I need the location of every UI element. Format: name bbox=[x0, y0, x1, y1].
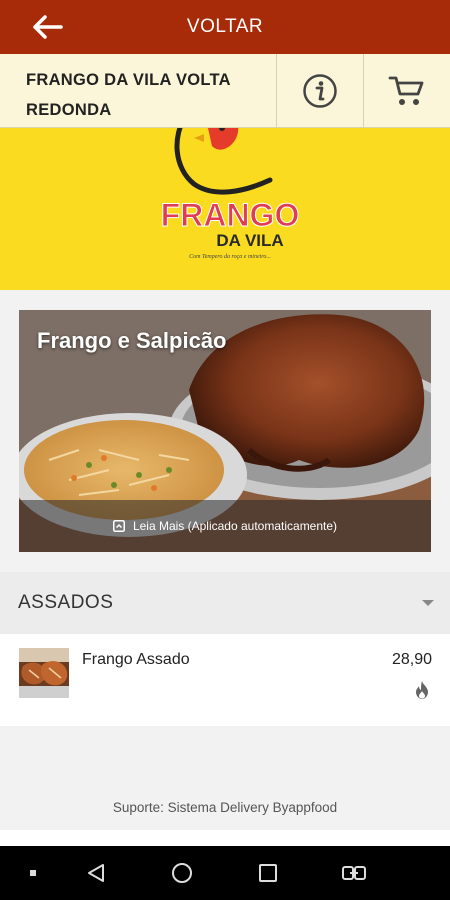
item-price: 28,90 bbox=[391, 651, 432, 668]
expand-icon bbox=[112, 520, 125, 532]
read-more-label: Leia Mais (Aplicado automaticamente) bbox=[132, 519, 338, 533]
logo-sub-text: DA VILA bbox=[216, 231, 283, 250]
fire-icon bbox=[414, 680, 430, 705]
menu-item[interactable]: Frango Assado 28,90 bbox=[0, 634, 450, 726]
system-nav-bar bbox=[0, 846, 450, 900]
info-icon bbox=[303, 73, 337, 108]
bottom-spacer bbox=[0, 830, 450, 846]
promo-card[interactable]: Frango e Salpicão Leia Mais (Aplicado au… bbox=[19, 310, 431, 552]
caret-down-icon bbox=[422, 600, 434, 606]
store-name: FRANGO DA VILA VOLTA REDONDA bbox=[26, 71, 231, 119]
back-label[interactable]: VOLTAR bbox=[0, 16, 450, 38]
home-circle-icon[interactable] bbox=[168, 861, 196, 885]
logo-main-text: FRANGO bbox=[161, 197, 300, 233]
logo-tagline: Com Tempero da roça e mineiro... bbox=[189, 254, 271, 260]
item-name: Frango Assado bbox=[82, 651, 190, 668]
top-bar: VOLTAR bbox=[0, 0, 450, 54]
switch-app-icon[interactable] bbox=[340, 861, 368, 885]
category-title: ASSADOS bbox=[18, 592, 114, 613]
footer: Suporte: Sistema Delivery Byappfood bbox=[0, 726, 450, 830]
promo-title: Frango e Salpicão bbox=[37, 328, 227, 353]
recents-square-icon[interactable] bbox=[254, 861, 282, 885]
cart-button[interactable] bbox=[363, 54, 450, 127]
item-thumbnail bbox=[19, 648, 69, 698]
store-header: FRANGO DA VILA VOLTA REDONDA bbox=[0, 54, 450, 128]
back-triangle-icon[interactable] bbox=[82, 861, 110, 885]
category-header[interactable]: ASSADOS bbox=[0, 572, 450, 634]
cart-icon bbox=[388, 76, 424, 105]
read-more-link[interactable]: Leia Mais (Aplicado automaticamente) bbox=[19, 500, 431, 552]
dot-icon bbox=[19, 861, 47, 885]
info-button[interactable] bbox=[276, 54, 363, 127]
support-text: Suporte: Sistema Delivery Byappfood bbox=[112, 800, 338, 815]
